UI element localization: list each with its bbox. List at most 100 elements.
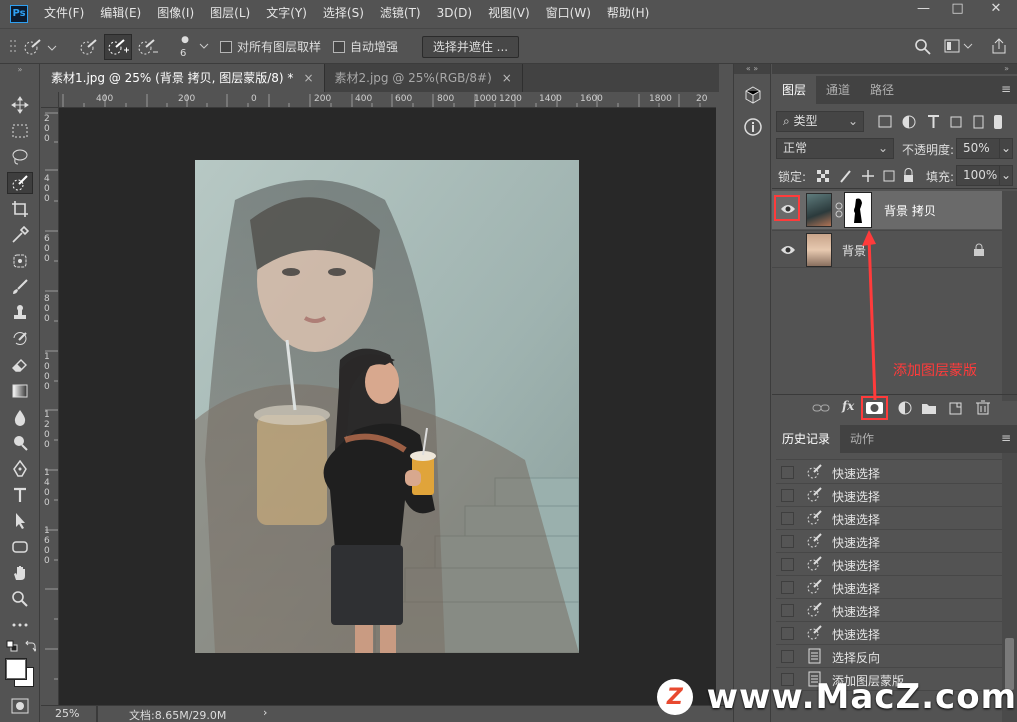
- menu-view[interactable]: 视图(V): [480, 0, 538, 27]
- tab-paths[interactable]: 路径: [860, 76, 904, 104]
- edit-toolbar-button[interactable]: [7, 614, 33, 636]
- layer-thumbnail[interactable]: [806, 193, 832, 227]
- search-icon[interactable]: [914, 38, 932, 56]
- history-item[interactable]: 快速选择: [776, 507, 1002, 530]
- blur-tool[interactable]: [7, 406, 33, 428]
- hand-tool[interactable]: [7, 562, 33, 584]
- panel-menu-icon[interactable]: ≡: [1001, 82, 1011, 96]
- fill-dropdown[interactable]: ⌄: [999, 165, 1013, 186]
- opacity-field[interactable]: 50%: [956, 138, 1000, 159]
- link-layers-icon[interactable]: [812, 401, 830, 415]
- document-image[interactable]: [195, 160, 579, 653]
- layer-thumbnail[interactable]: [806, 233, 832, 267]
- history-item[interactable]: 快速选择: [776, 553, 1002, 576]
- healing-brush-tool[interactable]: [7, 250, 33, 272]
- menu-help[interactable]: 帮助(H): [599, 0, 657, 27]
- restore-button[interactable]: □: [941, 0, 974, 17]
- menu-file[interactable]: 文件(F): [36, 0, 92, 27]
- clone-stamp-tool[interactable]: [7, 302, 33, 324]
- menu-image[interactable]: 图像(I): [149, 0, 202, 27]
- tab-actions[interactable]: 动作: [840, 425, 884, 453]
- fx-icon[interactable]: fx: [842, 399, 854, 413]
- layer-filter-select[interactable]: ⌕ 类型 ⌄: [776, 111, 864, 132]
- foreground-color-swatch[interactable]: [6, 659, 26, 679]
- history-item[interactable]: 快速选择: [776, 461, 1002, 484]
- brush-size-preview[interactable]: ●: [179, 35, 191, 45]
- share-icon[interactable]: [990, 37, 1008, 55]
- eye-icon[interactable]: [780, 244, 796, 256]
- history-snapshot-checkbox[interactable]: [781, 535, 794, 548]
- eyedropper-tool[interactable]: [7, 224, 33, 246]
- layer-name[interactable]: 背景 拷贝: [884, 202, 936, 219]
- menu-filter[interactable]: 滤镜(T): [372, 0, 429, 27]
- add-to-selection-button[interactable]: [104, 34, 132, 60]
- vertical-ruler[interactable]: 200 400 600 800 1000 1200 1400 1600: [41, 108, 59, 705]
- history-item[interactable]: 快速选择: [776, 599, 1002, 622]
- group-folder-icon[interactable]: [921, 400, 937, 416]
- history-item[interactable]: 快速选择: [776, 576, 1002, 599]
- menu-window[interactable]: 窗口(W): [538, 0, 599, 27]
- history-snapshot-checkbox[interactable]: [781, 489, 794, 502]
- history-snapshot-checkbox[interactable]: [781, 558, 794, 571]
- info-icon[interactable]: [744, 118, 762, 136]
- minimize-button[interactable]: —: [907, 0, 940, 17]
- history-snapshot-checkbox[interactable]: [781, 581, 794, 594]
- panel-menu-icon[interactable]: ≡: [1001, 431, 1011, 445]
- history-item-partial[interactable]: [776, 453, 1002, 460]
- history-item[interactable]: 选择反向: [776, 645, 1002, 668]
- zoom-level[interactable]: 25%: [55, 707, 79, 720]
- swap-colors-icon[interactable]: [24, 640, 36, 652]
- chevron-down-icon[interactable]: [198, 41, 210, 51]
- close-tab-icon[interactable]: ×: [303, 71, 313, 85]
- menu-type[interactable]: 文字(Y): [258, 0, 315, 27]
- history-item[interactable]: 快速选择: [776, 622, 1002, 645]
- close-window-button[interactable]: ✕: [975, 0, 1017, 17]
- workspace-icon[interactable]: [944, 39, 974, 55]
- tab-channels[interactable]: 通道: [816, 76, 860, 104]
- marquee-tool[interactable]: [7, 120, 33, 142]
- ruler-origin[interactable]: [41, 92, 59, 108]
- layer-mask-thumbnail[interactable]: [844, 192, 872, 228]
- panel-collapse-icon[interactable]: »: [772, 64, 1017, 74]
- history-snapshot-checkbox[interactable]: [781, 650, 794, 663]
- menu-select[interactable]: 选择(S): [315, 0, 372, 27]
- menu-3d[interactable]: 3D(D): [429, 0, 480, 27]
- adjustment-layer-icon[interactable]: [897, 400, 915, 418]
- new-selection-brush-icon[interactable]: [78, 37, 100, 57]
- 3d-icon[interactable]: [744, 86, 762, 104]
- history-item[interactable]: 快速选择: [776, 484, 1002, 507]
- tab-document-2[interactable]: 素材2.jpg @ 25%(RGB/8#) ×: [325, 64, 523, 92]
- crop-tool[interactable]: [7, 198, 33, 220]
- gradient-tool[interactable]: [7, 380, 33, 402]
- history-snapshot-checkbox[interactable]: [781, 512, 794, 525]
- quick-mask-icon[interactable]: [11, 698, 29, 714]
- eraser-tool[interactable]: [7, 354, 33, 376]
- quick-selection-tool[interactable]: [7, 172, 33, 194]
- layer-row-background-copy[interactable]: 背景 拷贝: [772, 191, 1002, 229]
- history-item[interactable]: 快速选择: [776, 530, 1002, 553]
- opacity-dropdown[interactable]: ⌄: [999, 138, 1013, 159]
- link-icon[interactable]: [835, 202, 843, 218]
- rectangle-tool[interactable]: [7, 536, 33, 558]
- fill-field[interactable]: 100%: [956, 165, 1000, 186]
- horizontal-ruler[interactable]: 400 200 0 200 400 600 800 1000 1200 1400…: [59, 92, 716, 108]
- brush-tool[interactable]: [7, 276, 33, 298]
- close-tab-icon[interactable]: ×: [502, 71, 512, 85]
- new-layer-icon[interactable]: [948, 400, 964, 416]
- tab-history[interactable]: 历史记录: [772, 425, 841, 453]
- dodge-tool[interactable]: [7, 432, 33, 454]
- layers-scrollbar[interactable]: [1002, 191, 1017, 401]
- type-tool[interactable]: [7, 484, 33, 506]
- panel-collapse-icon[interactable]: « »: [734, 64, 770, 74]
- toolbar-collapse-icon[interactable]: »: [7, 64, 33, 74]
- zoom-tool[interactable]: [7, 588, 33, 610]
- blend-mode-select[interactable]: 正常 ⌄: [776, 138, 894, 159]
- history-snapshot-checkbox[interactable]: [781, 604, 794, 617]
- history-snapshot-checkbox[interactable]: [781, 466, 794, 479]
- trash-icon[interactable]: [975, 399, 991, 415]
- lock-icons[interactable]: [816, 168, 916, 184]
- path-selection-tool[interactable]: [7, 510, 33, 532]
- menu-layer[interactable]: 图层(L): [202, 0, 258, 27]
- auto-enhance-checkbox[interactable]: 自动增强: [333, 38, 398, 55]
- tab-layers[interactable]: 图层: [772, 76, 817, 104]
